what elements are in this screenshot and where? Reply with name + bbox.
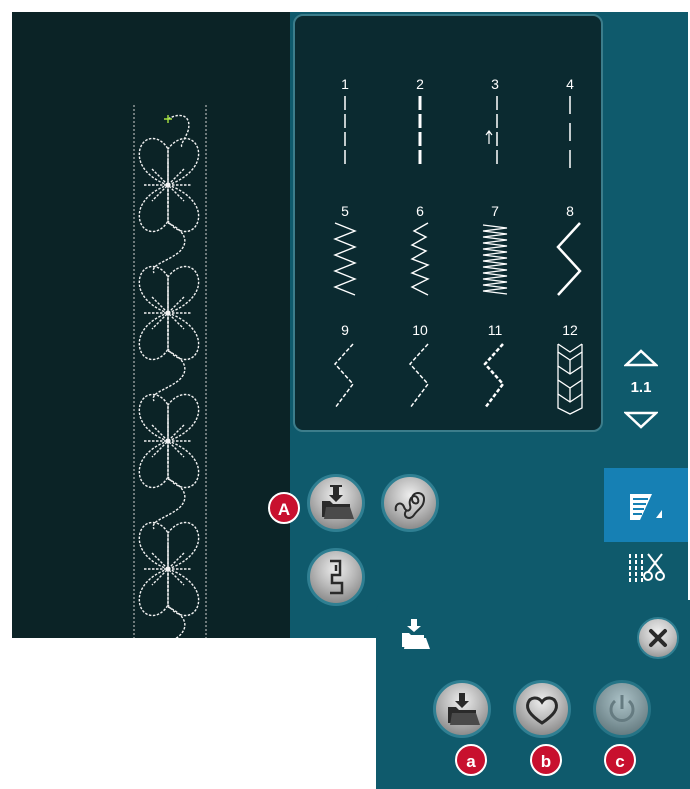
triple-straight-stitch-icon [418,96,422,168]
close-icon [649,629,667,647]
three-step-zigzag-icon [333,343,354,409]
stitch-5[interactable]: 5 [310,203,380,313]
stitch-6[interactable]: 6 [385,203,455,313]
callout-b: b [530,744,562,776]
load-stitch-button[interactable] [307,474,365,532]
folder-load-icon [322,485,354,519]
folder-load-icon [402,619,430,649]
scroll-down-arrow-icon[interactable] [624,410,658,430]
stitch-1[interactable]: 1 [310,76,380,186]
page-number: 1.1 [630,379,652,396]
stitch-7[interactable]: 7 [460,203,530,313]
stitch-8[interactable]: 8 [535,203,605,313]
stitch-number: 5 [341,203,349,219]
straight-stitch-icon [344,96,346,168]
close-popup-button[interactable] [637,617,679,659]
tab-stitch-menu[interactable] [604,468,688,542]
stitch-preview-area [12,12,292,638]
stitch-number: 1 [341,76,349,92]
zigzag-narrow-stitch-icon [410,222,430,296]
load-from-file-button[interactable] [433,680,491,738]
three-step-zigzag-icon [408,343,429,409]
stitch-page-scroll: 1.1 [606,330,676,440]
three-step-zigzag-bold-icon [483,343,505,409]
zigzag-stitch-icon [333,222,357,296]
satin-stitch-icon [482,224,508,295]
wide-zigzag-stitch-icon [556,222,582,296]
basting-stitch-icon [569,96,571,168]
power-off-button[interactable] [593,680,651,738]
stitch-number: 3 [491,76,499,92]
stitch-number: 10 [412,322,428,338]
stitch-number: 6 [416,203,424,219]
callout-a-upper: A [268,492,300,524]
honeycomb-stitch-icon [557,343,583,415]
stitch-10[interactable]: 10 [385,322,455,432]
stitch-11[interactable]: 11 [460,322,530,432]
callout-c: c [604,744,636,776]
stitch-2[interactable]: 2 [385,76,455,186]
callout-a-lower: a [455,744,487,776]
stitch-12[interactable]: 12 [535,322,605,432]
scroll-up-arrow-icon[interactable] [624,348,658,368]
stitch-number: 7 [491,203,499,219]
cut-thread-icon[interactable] [626,550,666,590]
stitch-number: 2 [416,76,424,92]
heart-icon [526,696,558,725]
straight-stitch-left-needle-icon [485,96,498,168]
stipple-stitch-icon [394,492,426,519]
load-from-personal-button[interactable] [513,680,571,738]
presser-foot-icon [330,559,344,595]
stitch-3[interactable]: 3 [460,76,530,186]
folder-load-icon [448,693,480,725]
stitch-4[interactable]: 4 [535,76,605,186]
presser-foot-button[interactable] [307,548,365,606]
power-icon [609,695,635,722]
stitch-9[interactable]: 9 [310,322,380,432]
stitch-number: 9 [341,322,349,338]
quilt-stitch-preview [133,105,207,638]
stitch-number: 11 [487,322,503,338]
stitch-number: 8 [566,203,574,219]
stitch-menu-icon [630,494,662,520]
stitch-number: 4 [566,76,574,92]
stitch-number: 12 [562,322,578,338]
quilt-stitch-button[interactable] [381,474,439,532]
